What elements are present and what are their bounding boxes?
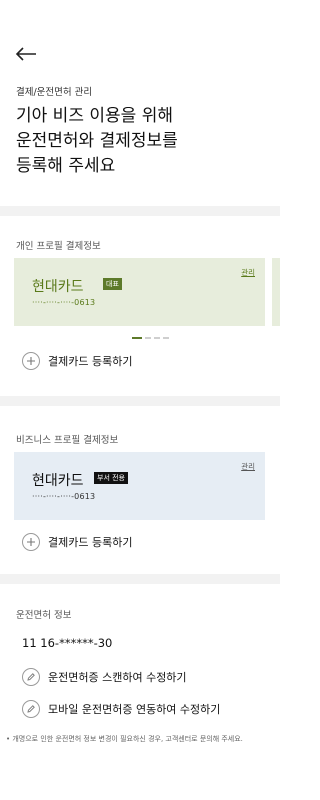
carousel-dot[interactable] [163,337,169,339]
page-title: 기아 비즈 이용을 위해 운전면허와 결제정보를 등록해 주세요 [16,104,178,179]
scan-license-button[interactable]: 운전면허증 스캔하여 수정하기 [22,668,187,686]
business-section-label: 비즈니스 프로필 결제정보 [16,435,119,446]
carousel-dot[interactable] [132,337,142,339]
carousel-dot[interactable] [154,337,160,339]
section-divider [0,574,280,584]
carousel-indicator [132,337,169,339]
card-manage-link[interactable]: 관리 [241,267,255,278]
page-title-line: 등록해 주세요 [16,156,116,176]
add-card-label: 결제카드 등록하기 [48,536,133,549]
mobile-license-label: 모바일 운전면허증 연동하여 수정하기 [48,703,221,716]
section-divider [0,396,280,406]
carousel-dot[interactable] [145,337,151,339]
add-card-label: 결제카드 등록하기 [48,355,133,368]
business-add-card-button[interactable]: 결제카드 등록하기 [22,533,132,551]
personal-section-label: 개인 프로필 결제정보 [16,241,101,252]
page-title-line: 운전면허와 결제정보를 [16,131,178,151]
card-number: ····-····-····-0613 [32,298,96,307]
plus-icon [22,352,40,370]
card-name: 현대카드 [32,473,84,489]
license-section-label: 운전면허 정보 [16,610,72,621]
pencil-icon [22,700,40,718]
business-payment-card[interactable]: 현대카드 부서 전용 ····-····-····-0613 관리 [14,452,265,520]
license-number: 11 16-******-30 [22,636,113,650]
mobile-license-button[interactable]: 모바일 운전면허증 연동하여 수정하기 [22,700,220,718]
breadcrumb: 결제/운전면허 관리 [16,87,93,98]
arrow-left-icon [15,47,36,61]
card-name: 현대카드 [32,279,84,295]
pencil-icon [22,668,40,686]
card-manage-link[interactable]: 관리 [241,461,255,472]
card-number: ····-····-····-0613 [32,492,96,501]
page-title-line: 기아 비즈 이용을 위해 [16,106,173,126]
personal-payment-card[interactable]: 현대카드 대표 ····-····-····-0613 관리 [14,258,265,326]
plus-icon [22,533,40,551]
license-footnote: • 개명으로 인한 운전면허 정보 변경이 필요하신 경우, 고객센터로 문의해… [6,735,243,743]
back-button[interactable] [12,40,40,68]
next-card-peek[interactable] [272,258,280,326]
personal-add-card-button[interactable]: 결제카드 등록하기 [22,352,132,370]
department-only-badge: 부서 전용 [94,472,128,484]
representative-badge: 대표 [103,278,122,290]
section-divider [0,206,280,216]
scan-license-label: 운전면허증 스캔하여 수정하기 [48,671,187,684]
